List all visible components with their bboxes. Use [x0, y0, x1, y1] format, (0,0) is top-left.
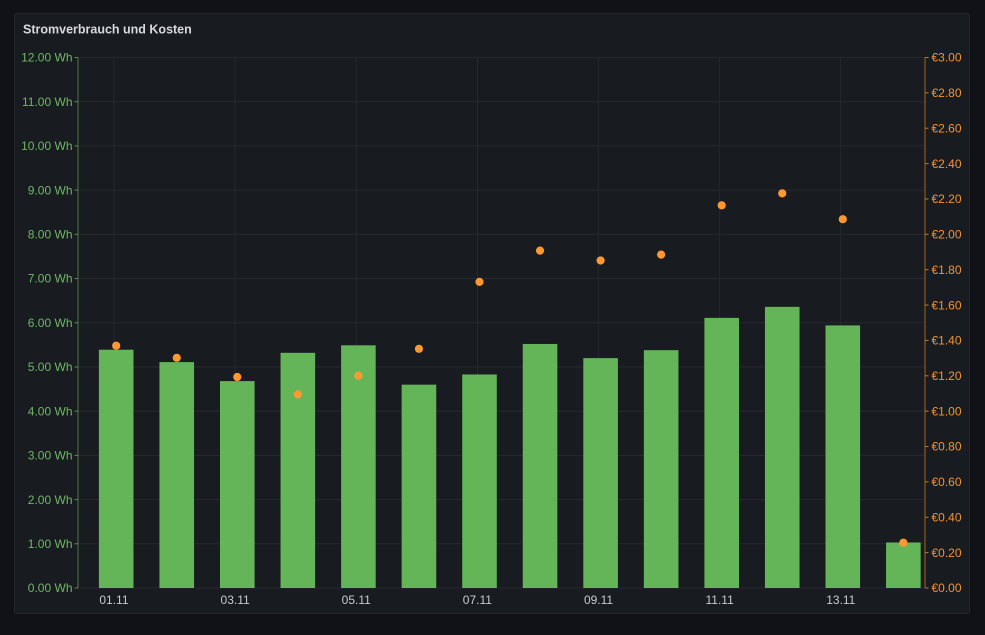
- svg-text:10.00 Wh: 10.00 Wh: [21, 139, 72, 153]
- svg-text:4.00 Wh: 4.00 Wh: [28, 404, 73, 418]
- svg-text:5.00 Wh: 5.00 Wh: [28, 360, 73, 374]
- svg-text:05.11: 05.11: [342, 593, 371, 607]
- svg-text:€1.40: €1.40: [932, 334, 962, 348]
- svg-text:6.00 Wh: 6.00 Wh: [28, 316, 73, 330]
- svg-text:8.00 Wh: 8.00 Wh: [28, 228, 73, 242]
- svg-text:€2.80: €2.80: [932, 86, 962, 100]
- svg-text:€2.00: €2.00: [932, 228, 962, 242]
- svg-text:€0.80: €0.80: [932, 440, 962, 454]
- svg-text:3.00 Wh: 3.00 Wh: [28, 449, 73, 463]
- svg-text:€2.40: €2.40: [932, 157, 962, 171]
- svg-text:Stromverbrauch und Kosten: Stromverbrauch und Kosten: [23, 23, 192, 37]
- svg-text:€1.80: €1.80: [932, 263, 962, 277]
- svg-text:9.00 Wh: 9.00 Wh: [28, 183, 73, 197]
- svg-text:11.00 Wh: 11.00 Wh: [22, 95, 72, 109]
- svg-text:€0.40: €0.40: [932, 510, 962, 524]
- svg-text:03.11: 03.11: [221, 593, 250, 607]
- svg-text:0.00 Wh: 0.00 Wh: [28, 581, 73, 595]
- svg-text:€1.20: €1.20: [932, 369, 962, 383]
- svg-text:12.00 Wh: 12.00 Wh: [21, 51, 72, 65]
- svg-text:€0.20: €0.20: [932, 546, 962, 560]
- svg-text:11.11: 11.11: [706, 593, 735, 607]
- svg-text:€1.60: €1.60: [932, 298, 962, 312]
- svg-text:€0.00: €0.00: [932, 581, 962, 595]
- svg-text:7.00 Wh: 7.00 Wh: [28, 272, 73, 286]
- svg-text:€1.00: €1.00: [932, 404, 962, 418]
- svg-text:09.11: 09.11: [584, 593, 613, 607]
- svg-text:07.11: 07.11: [463, 593, 492, 607]
- svg-text:2.00 Wh: 2.00 Wh: [28, 493, 73, 507]
- svg-text:€2.60: €2.60: [932, 121, 962, 135]
- svg-text:01.11: 01.11: [99, 593, 128, 607]
- svg-text:13.11: 13.11: [826, 593, 855, 607]
- svg-text:€0.60: €0.60: [932, 475, 962, 489]
- svg-text:€3.00: €3.00: [932, 51, 962, 65]
- svg-text:€2.20: €2.20: [932, 192, 962, 206]
- svg-text:1.00 Wh: 1.00 Wh: [28, 537, 73, 551]
